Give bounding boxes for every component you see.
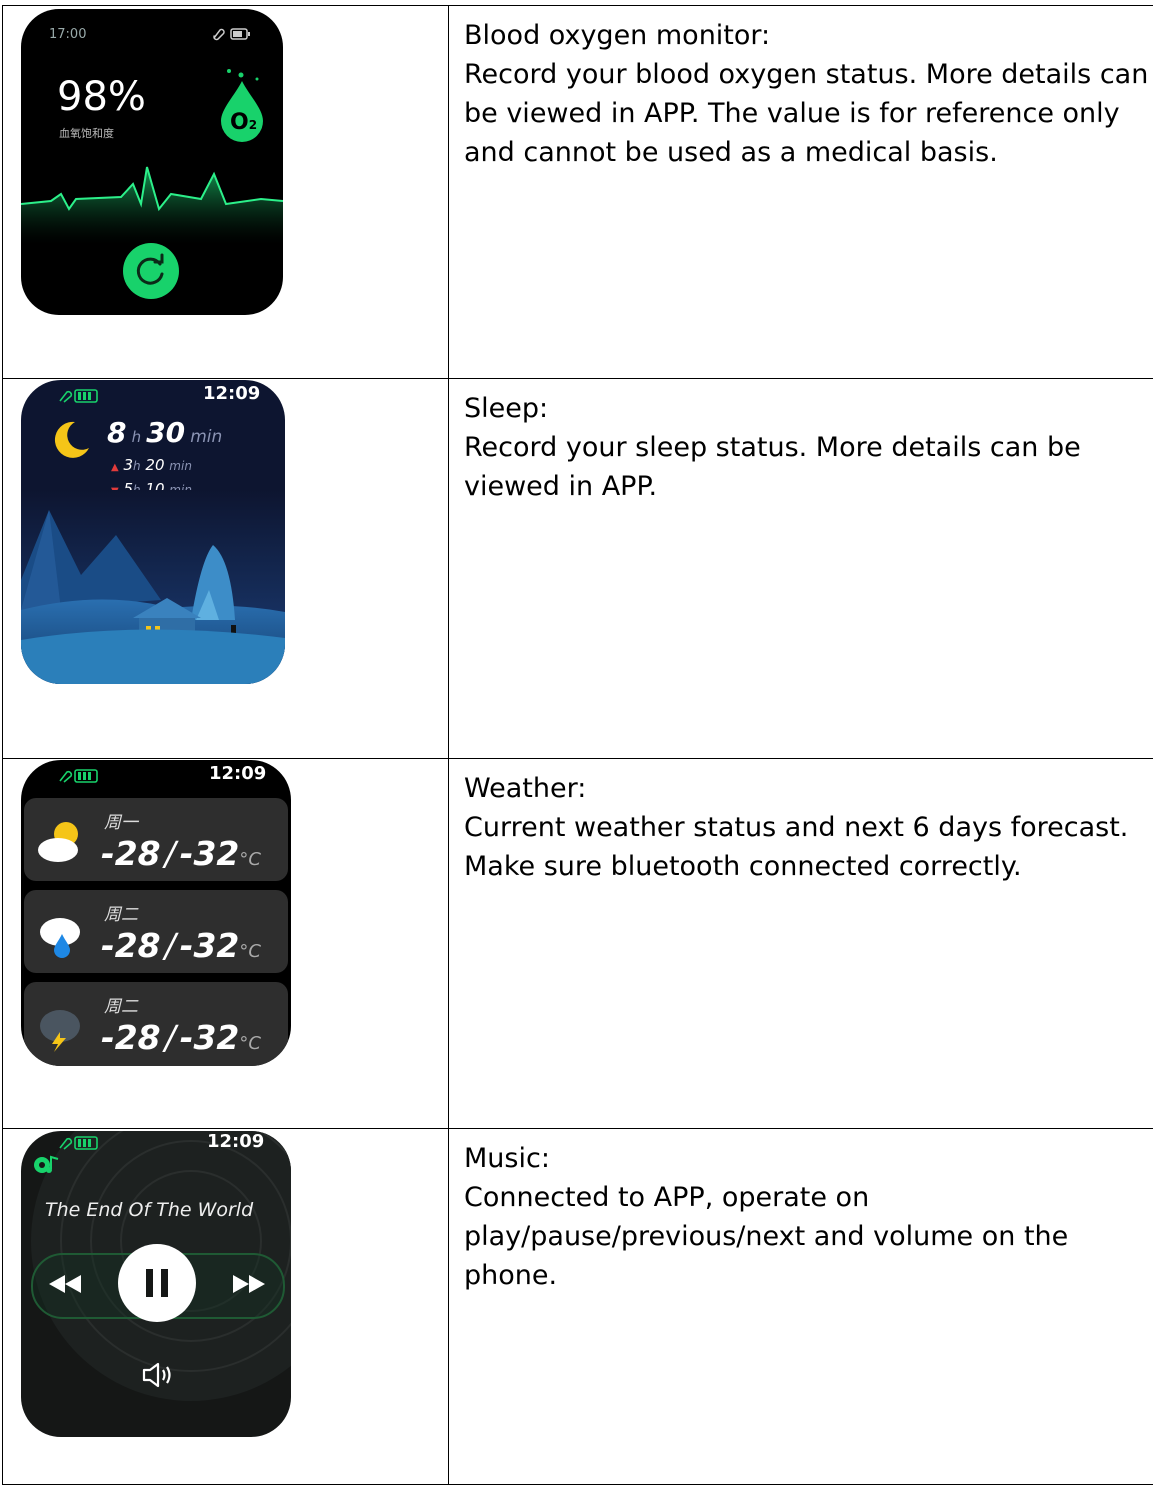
sun-cloud-icon: [38, 822, 78, 862]
link-battery-icon: [59, 769, 98, 783]
link-battery-icon: [59, 1136, 98, 1150]
forecast-temp: -28/-32°C: [101, 1018, 261, 1057]
song-title: The End Of The World: [45, 1199, 254, 1221]
status-time: 12:09: [209, 763, 267, 784]
table-row-weather: 12:09 周一 -28/-32°C 周二 -28/-32°C 周二 -28 /…: [2, 758, 1153, 1129]
o2-label: O2: [230, 110, 258, 135]
forecast-card[interactable]: 周一 -28/-32°C: [24, 798, 288, 881]
spo2-value: 98%: [57, 74, 146, 120]
weather-screen: 12:09 周一 -28/-32°C 周二 -28/-32°C 周二 -28 /…: [21, 760, 291, 1066]
volume-button[interactable]: [141, 1361, 177, 1389]
sleep-screen: 12:09 8 h 30 min ▲ 3h 20 min ▼: [21, 380, 285, 684]
status-time: 12:09: [203, 383, 261, 404]
forecast-card[interactable]: 周二 -28/-32°C: [24, 890, 288, 973]
up-arrow-icon: ▲: [111, 462, 119, 473]
pause-button[interactable]: [117, 1243, 197, 1323]
forecast-temp: -28/-32°C: [101, 834, 261, 873]
forecast-temp: -28/-32°C: [101, 926, 261, 965]
pulse-wave-graphic: [21, 166, 283, 244]
moon-icon: [54, 421, 89, 458]
forecast-day: 周一: [104, 813, 138, 833]
music-screen: 12:09 The End Of The World: [21, 1131, 291, 1437]
thunderstorm-icon: [40, 1010, 80, 1052]
table-row-blood-oxygen: 17:00 98% 血氧饱和度 O2 Blood oxygen monitor:…: [2, 5, 1153, 379]
night-landscape-illustration: [21, 490, 285, 684]
music-app-icon: [34, 1155, 59, 1173]
feature-table: 17:00 98% 血氧饱和度 O2 Blood oxygen monitor:…: [2, 5, 1153, 1485]
spo2-label: 血氧饱和度: [59, 127, 114, 140]
feature-title: Weather:: [464, 773, 587, 804]
text-cell: Sleep: Record your sleep status. More de…: [448, 378, 1153, 759]
feature-description: Connected to APP, operate on play/pause/…: [464, 1182, 1069, 1291]
forecast-card[interactable]: 周二 -28/-32°C: [24, 982, 288, 1066]
text-cell: Weather: Current weather status and next…: [448, 758, 1153, 1129]
feature-title: Blood oxygen monitor:: [464, 20, 771, 51]
next-button[interactable]: [229, 1271, 267, 1297]
table-row-music: 12:09 The End Of The World Music: Connec…: [2, 1128, 1153, 1485]
feature-description: Record your blood oxygen status. More de…: [464, 59, 1149, 168]
refresh-button[interactable]: [122, 242, 180, 300]
feature-title: Sleep:: [464, 393, 549, 424]
image-cell: 17:00 98% 血氧饱和度 O2: [2, 5, 449, 379]
table-row-sleep: 12:09 8 h 30 min ▲ 3h 20 min ▼: [2, 378, 1153, 759]
image-cell: 12:09 周一 -28/-32°C 周二 -28/-32°C 周二 -28 /…: [2, 758, 449, 1129]
forecast-day: 周二: [104, 997, 138, 1017]
feature-description: Current weather status and next 6 days f…: [464, 812, 1129, 882]
previous-button[interactable]: [47, 1271, 85, 1297]
feature-title: Music:: [464, 1143, 550, 1174]
blood-oxygen-screen: 17:00 98% 血氧饱和度 O2: [21, 9, 283, 315]
rain-cloud-icon: [40, 918, 80, 958]
link-battery-icon: [59, 389, 98, 403]
status-time: 12:09: [207, 1131, 265, 1152]
feature-description: Record your sleep status. More details c…: [464, 432, 1081, 502]
sleep-deep: ▲ 3h 20 min: [111, 456, 192, 474]
forecast-day: 周二: [104, 905, 138, 925]
image-cell: 12:09 The End Of The World: [2, 1128, 449, 1485]
sleep-total: 8 h 30 min: [107, 416, 223, 449]
link-battery-icon: [213, 28, 250, 41]
text-cell: Blood oxygen monitor: Record your blood …: [448, 5, 1153, 379]
text-cell: Music: Connected to APP, operate on play…: [448, 1128, 1153, 1485]
image-cell: 12:09 8 h 30 min ▲ 3h 20 min ▼: [2, 378, 449, 759]
status-time: 17:00: [49, 27, 87, 42]
